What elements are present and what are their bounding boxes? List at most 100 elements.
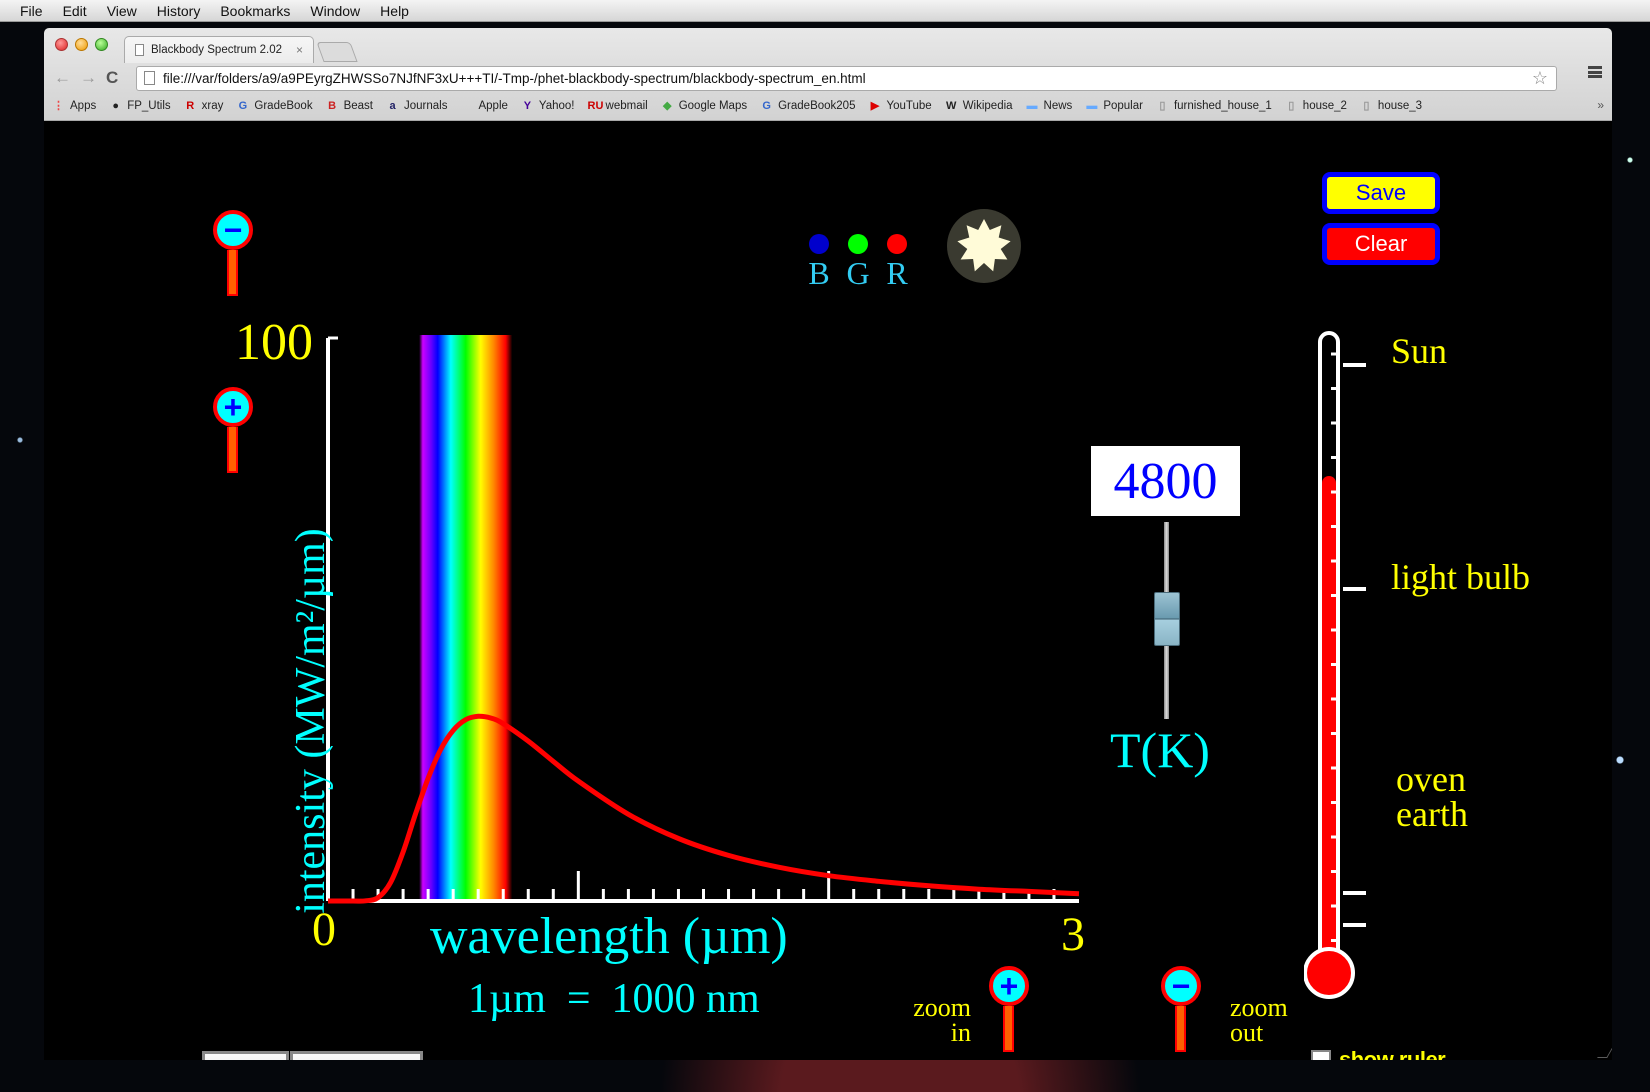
rutgers-r-icon: R <box>186 99 195 112</box>
menu-file[interactable]: File <box>0 3 53 19</box>
temperature-slider-thumb[interactable] <box>1154 592 1180 646</box>
bookmark-google-maps[interactable]: ◆ Google Maps <box>661 100 747 113</box>
tab-blackbody-spectrum[interactable]: Blackbody Spectrum 2.02 × <box>124 36 314 63</box>
address-bar[interactable]: file:///var/folders/a9/a9PEyrgZHWSSo7NJf… <box>136 66 1557 91</box>
os-menubar: File Edit View History Bookmarks Window … <box>0 0 1650 22</box>
thermometer-label-sun: Sun <box>1391 331 1448 371</box>
page-icon: ▯ <box>1288 99 1295 112</box>
back-button[interactable]: ← <box>54 68 71 88</box>
bookmark-label: FP_Utils <box>127 100 171 112</box>
bookmark-label: Beast <box>343 100 374 112</box>
apps-grid-icon: ⋮ <box>53 99 64 112</box>
zoom-out-label: zoom out <box>1230 993 1288 1047</box>
menu-view[interactable]: View <box>97 3 147 19</box>
temperature-axis-label: T(K) <box>1110 722 1210 778</box>
folder-icon: ▬ <box>1026 99 1038 112</box>
bookmark-yahoo[interactable]: Y Yahoo! <box>521 100 575 113</box>
reload-button[interactable]: C <box>106 68 118 88</box>
google-maps-icon: ◆ <box>662 99 672 112</box>
bookmarks-bar: ⋮ Apps ● FP_Utils Rxray G GradeBook B Beast a Jour… <box>52 96 1435 116</box>
x-axis-label: wavelength (µm) <box>430 908 788 965</box>
tab-close-icon[interactable]: × <box>296 43 303 57</box>
bookmark-webmail[interactable]: RU webmail <box>588 100 648 113</box>
bookmark-furnished-house-1[interactable]: ▯ furnished_house_1 <box>1156 99 1272 113</box>
page-icon <box>144 71 155 85</box>
show-ruler-checkbox[interactable] <box>1311 1050 1331 1060</box>
bookmark-label: Yahoo! <box>538 100 575 112</box>
page-icon: ▯ <box>1363 99 1370 112</box>
bookmark-wikipedia[interactable]: W Wikipedia <box>945 100 1013 113</box>
magnifier-plus-icon: + <box>989 966 1029 1006</box>
bookmark-beast[interactable]: B Beast <box>326 100 373 113</box>
bookmark-gradebook[interactable]: G GradeBook <box>236 100 313 113</box>
x-max-tick-label: 3 <box>1061 908 1085 961</box>
bookmark-fp-utils[interactable]: ● FP_Utils <box>109 100 170 113</box>
page-icon: ▯ <box>1159 99 1166 112</box>
close-window-button[interactable] <box>55 38 68 51</box>
x-min-tick-label: 0 <box>312 903 336 956</box>
bookmark-label: Popular <box>1103 100 1143 112</box>
thermometer-bulb <box>1304 947 1355 999</box>
bookmark-popular[interactable]: ▬ Popular <box>1085 100 1143 113</box>
thermometer-label-oven: oven <box>1396 759 1466 799</box>
bookmark-label: Wikipedia <box>962 100 1013 112</box>
bookmark-xray[interactable]: Rxray <box>184 99 223 113</box>
bookmark-news[interactable]: ▬ News <box>1026 100 1073 113</box>
thermometer <box>1304 331 1366 999</box>
menu-window[interactable]: Window <box>300 3 370 19</box>
youtube-icon: ▶ <box>870 99 880 112</box>
new-tab-button[interactable] <box>316 42 358 62</box>
bookmark-label: GradeBook205 <box>778 100 856 112</box>
page-icon <box>135 44 144 56</box>
folder-icon: ▬ <box>1086 99 1098 112</box>
tab-title: Blackbody Spectrum 2.02 <box>151 44 283 56</box>
bookmark-apple[interactable]: Apple <box>460 100 507 113</box>
beast-icon: B <box>328 99 337 112</box>
menu-edit[interactable]: Edit <box>53 3 97 19</box>
gradebook-icon: G <box>762 99 771 112</box>
bookmark-label: Journals <box>404 100 448 112</box>
yahoo-icon: Y <box>523 99 532 112</box>
url-text: file:///var/folders/a9/a9PEyrgZHWSSo7NJf… <box>163 71 866 86</box>
thermometer-fill <box>1322 475 1336 961</box>
thermometer-label-light-bulb: light bulb <box>1391 557 1531 597</box>
about-button[interactable]: About... <box>202 1051 289 1060</box>
temperature-readout[interactable]: 4800 <box>1091 446 1240 516</box>
preferences-button[interactable]: Preferences... <box>290 1051 423 1060</box>
ads-icon: a <box>389 99 396 112</box>
y-max-tick-label: 100 <box>235 314 313 371</box>
browser-menu-icon[interactable] <box>1588 66 1602 78</box>
menu-help[interactable]: Help <box>370 3 419 19</box>
bookmark-house-3[interactable]: ▯ house_3 <box>1360 100 1422 113</box>
bookmark-gradebook205[interactable]: G GradeBook205 <box>760 100 855 113</box>
more-bookmarks-chevron-icon[interactable]: » <box>1597 98 1604 112</box>
bookmark-label: Google Maps <box>678 100 748 112</box>
phet-simulation: − + BGR Save Clear 100 intensity (MW/m²/… <box>44 121 1612 1060</box>
bookmark-label: Apple <box>478 100 508 112</box>
forward-button[interactable]: → <box>80 68 97 88</box>
minimize-window-button[interactable] <box>75 38 88 51</box>
bookmark-label: furnished_house_1 <box>1173 100 1272 112</box>
bookmark-label: YouTube <box>886 100 932 112</box>
bookmark-label: house_3 <box>1377 100 1423 112</box>
bookmark-apps[interactable]: ⋮ Apps <box>52 100 96 113</box>
bookmark-label: GradeBook <box>254 100 313 112</box>
navigation-bar: ← → C file:///var/folders/a9/a9PEyrgZHWS… <box>44 63 1612 93</box>
horizontal-zoom-out-button[interactable]: − <box>1161 966 1201 1054</box>
bookmark-label: Apps <box>70 100 97 112</box>
github-icon: ● <box>112 99 120 112</box>
horizontal-zoom-in-button[interactable]: + <box>989 966 1029 1054</box>
visible-spectrum-band <box>419 335 513 901</box>
bookmark-house-2[interactable]: ▯ house_2 <box>1285 100 1347 113</box>
wikipedia-icon: W <box>945 99 957 112</box>
zoom-window-button[interactable] <box>95 38 108 51</box>
bookmark-label: house_2 <box>1302 100 1347 112</box>
menu-bookmarks[interactable]: Bookmarks <box>210 3 300 19</box>
bookmark-journals[interactable]: a Journals <box>386 100 447 113</box>
browser-window: Blackbody Spectrum 2.02 × ← → C file:///… <box>44 28 1612 1060</box>
menu-history[interactable]: History <box>147 3 211 19</box>
bookmark-youtube[interactable]: ▶ YouTube <box>868 99 932 113</box>
zoom-in-label: zoom in <box>913 993 971 1047</box>
bookmark-star-icon[interactable]: ☆ <box>1532 67 1548 90</box>
show-ruler-label[interactable]: show ruler <box>1339 1047 1446 1060</box>
